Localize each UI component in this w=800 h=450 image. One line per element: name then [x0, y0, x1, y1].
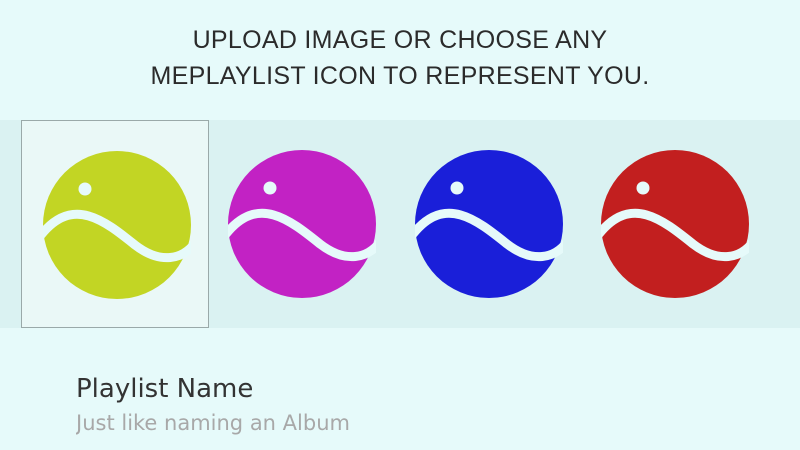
instructions-line-1: UPLOAD IMAGE OR CHOOSE ANY — [192, 26, 608, 54]
meplaylist-icon — [228, 150, 376, 298]
icon-option-2[interactable] — [207, 120, 395, 328]
instructions-line-2: MEPLAYLIST ICON TO REPRESENT YOU. — [150, 62, 650, 90]
meplaylist-icon — [415, 150, 563, 298]
meplaylist-icon — [43, 151, 191, 299]
playlist-name-label: Playlist Name — [76, 374, 254, 404]
instructions-header: UPLOAD IMAGE OR CHOOSE ANY MEPLAYLIST IC… — [0, 22, 800, 94]
icon-picker — [0, 120, 800, 328]
icon-option-4[interactable] — [580, 120, 768, 328]
playlist-name-input[interactable] — [76, 408, 676, 438]
icon-option-1[interactable] — [21, 120, 209, 328]
playlist-form: Playlist Name — [76, 370, 756, 438]
icon-option-3[interactable] — [394, 120, 582, 328]
meplaylist-icon — [601, 150, 749, 298]
